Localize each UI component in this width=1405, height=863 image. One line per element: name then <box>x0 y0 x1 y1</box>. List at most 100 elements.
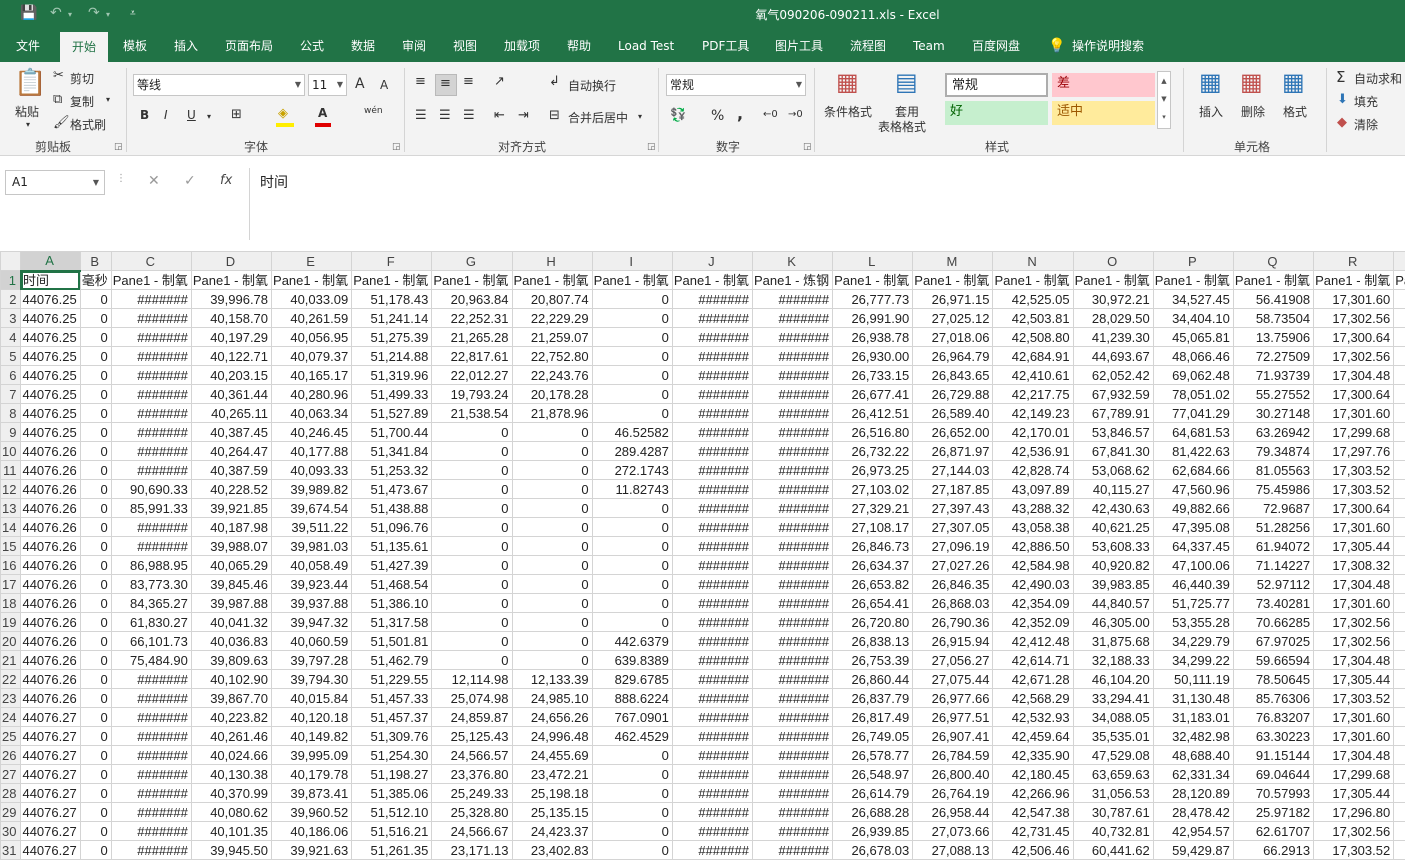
cell[interactable]: 26,634.37 <box>832 555 914 575</box>
cell[interactable]: 0 <box>79 308 112 328</box>
cell[interactable]: ####### <box>671 821 753 841</box>
cell[interactable]: ####### <box>671 384 753 404</box>
cell[interactable]: 26,653.82 <box>832 574 914 594</box>
cell[interactable]: 42,335.90 <box>992 745 1074 765</box>
cell[interactable]: 26,868.03 <box>912 593 994 613</box>
cell[interactable]: 26,589.40 <box>912 403 994 423</box>
cell[interactable]: 26,971.15 <box>912 289 994 309</box>
cell[interactable]: 43,058.38 <box>992 517 1074 537</box>
cell[interactable]: 0 <box>511 612 593 632</box>
cell[interactable]: 17,301.60 <box>1393 517 1405 537</box>
cell[interactable]: 26,784.59 <box>912 745 994 765</box>
cell[interactable]: 17,304.48 <box>1313 745 1395 765</box>
cell[interactable]: 24,566.57 <box>431 745 513 765</box>
cell[interactable]: 0 <box>431 517 513 537</box>
cell[interactable]: 43,097.89 <box>992 479 1074 499</box>
cell[interactable]: ####### <box>110 403 192 423</box>
cell[interactable]: 51,386.10 <box>351 593 433 613</box>
cell[interactable]: 17,301.60 <box>1313 517 1395 537</box>
cell[interactable]: 52.97112 <box>1232 574 1315 594</box>
cell[interactable]: 27,397.43 <box>912 498 994 518</box>
cell[interactable]: 42,954.57 <box>1152 821 1234 841</box>
cell[interactable]: 39,981.03 <box>271 536 353 556</box>
cell[interactable]: 66.2913 <box>1232 840 1315 860</box>
shrink-font-button[interactable]: A <box>380 78 388 92</box>
cell[interactable]: 0 <box>511 650 593 670</box>
cell[interactable]: 289.4287 <box>591 441 673 461</box>
row-header[interactable]: 11 <box>0 460 22 480</box>
cell[interactable]: 40,060.59 <box>271 631 353 651</box>
cell[interactable]: ####### <box>110 308 192 328</box>
column-header-q[interactable]: Q <box>1232 251 1315 271</box>
cell[interactable]: 44076.26 <box>20 441 81 461</box>
align-bottom-icon[interactable]: ≡ <box>463 74 474 89</box>
cell[interactable]: 27,144.03 <box>912 460 994 480</box>
cell[interactable]: 17,305.44 <box>1393 669 1405 689</box>
cell[interactable]: ####### <box>110 707 192 727</box>
cell[interactable]: 31,875.68 <box>1072 631 1154 651</box>
cell[interactable]: 39,988.07 <box>190 536 273 556</box>
cell[interactable]: 26,973.25 <box>832 460 914 480</box>
cell[interactable]: 26,733.15 <box>832 365 914 385</box>
cell[interactable]: ####### <box>671 517 753 537</box>
cell[interactable]: 26,678.03 <box>832 840 914 860</box>
cell[interactable]: 69.04644 <box>1232 764 1315 784</box>
cell[interactable]: 51,275.39 <box>351 327 433 347</box>
cell[interactable]: 44076.25 <box>20 365 81 385</box>
cell[interactable]: 26,614.79 <box>832 783 914 803</box>
cell[interactable]: 0 <box>511 517 593 537</box>
cell[interactable]: ####### <box>751 688 834 708</box>
font-size-combo[interactable]: 11 ▼ <box>308 74 347 96</box>
cell[interactable]: 0 <box>591 308 673 328</box>
cell[interactable]: 50,111.19 <box>1152 669 1234 689</box>
cell[interactable]: 40,130.38 <box>190 764 273 784</box>
cell[interactable]: Pane1 - 制氧 <box>912 270 994 290</box>
cell[interactable]: 44076.26 <box>20 555 81 575</box>
row-header[interactable]: 30 <box>0 821 22 841</box>
column-header-p[interactable]: P <box>1152 251 1234 271</box>
increase-indent-icon[interactable]: ⇥ <box>518 108 529 123</box>
cell[interactable]: 25,135.15 <box>511 802 593 822</box>
increase-decimal-icon[interactable]: ←0 <box>763 109 778 120</box>
cell[interactable]: ####### <box>671 403 753 423</box>
cell[interactable]: 44076.26 <box>20 536 81 556</box>
merge-center-button[interactable]: 合并后居中 <box>568 109 628 126</box>
cell[interactable]: 46,104.20 <box>1072 669 1154 689</box>
cell[interactable]: 42,352.09 <box>992 612 1074 632</box>
cell[interactable]: 47,100.06 <box>1152 555 1234 575</box>
cell[interactable]: ####### <box>110 783 192 803</box>
cell[interactable]: ####### <box>751 802 834 822</box>
cell[interactable]: 24,996.48 <box>511 726 593 746</box>
cell[interactable]: 时间 <box>20 270 81 290</box>
style-normal[interactable]: 常规 <box>945 73 1048 97</box>
cell[interactable]: 51,309.76 <box>351 726 433 746</box>
cell[interactable]: 40,101.35 <box>190 821 273 841</box>
cell[interactable]: 40,361.44 <box>190 384 273 404</box>
tab-pdf-tools[interactable]: PDF工具 <box>700 30 751 62</box>
cell[interactable]: 51,261.35 <box>351 840 433 860</box>
cell[interactable]: ####### <box>671 745 753 765</box>
cell[interactable]: ####### <box>671 707 753 727</box>
cell[interactable]: 27,187.85 <box>912 479 994 499</box>
cell[interactable]: 78,051.02 <box>1152 384 1234 404</box>
cell[interactable]: 61.94072 <box>1232 536 1315 556</box>
cell[interactable]: ####### <box>671 289 753 309</box>
cell[interactable]: 42,180.45 <box>992 764 1074 784</box>
cell[interactable]: 51,700.44 <box>351 422 433 442</box>
cell[interactable]: 26,846.73 <box>832 536 914 556</box>
cell[interactable]: 17,308.32 <box>1313 555 1395 575</box>
cell[interactable]: 44076.25 <box>20 327 81 347</box>
cell[interactable]: 51,457.33 <box>351 688 433 708</box>
cell[interactable]: ####### <box>671 726 753 746</box>
cell[interactable]: ####### <box>751 555 834 575</box>
cell[interactable]: 26,860.44 <box>832 669 914 689</box>
cell[interactable]: 44076.26 <box>20 612 81 632</box>
cell[interactable]: 40,080.62 <box>190 802 273 822</box>
autosum-button[interactable]: 自动求和 <box>1354 70 1402 87</box>
align-top-icon[interactable]: ≡ <box>415 74 426 89</box>
cell[interactable]: 30.27148 <box>1232 403 1315 423</box>
column-header-r[interactable]: R <box>1313 251 1395 271</box>
decrease-indent-icon[interactable]: ⇤ <box>494 108 505 123</box>
cell[interactable]: 44076.25 <box>20 308 81 328</box>
cell[interactable]: 44076.26 <box>20 650 81 670</box>
